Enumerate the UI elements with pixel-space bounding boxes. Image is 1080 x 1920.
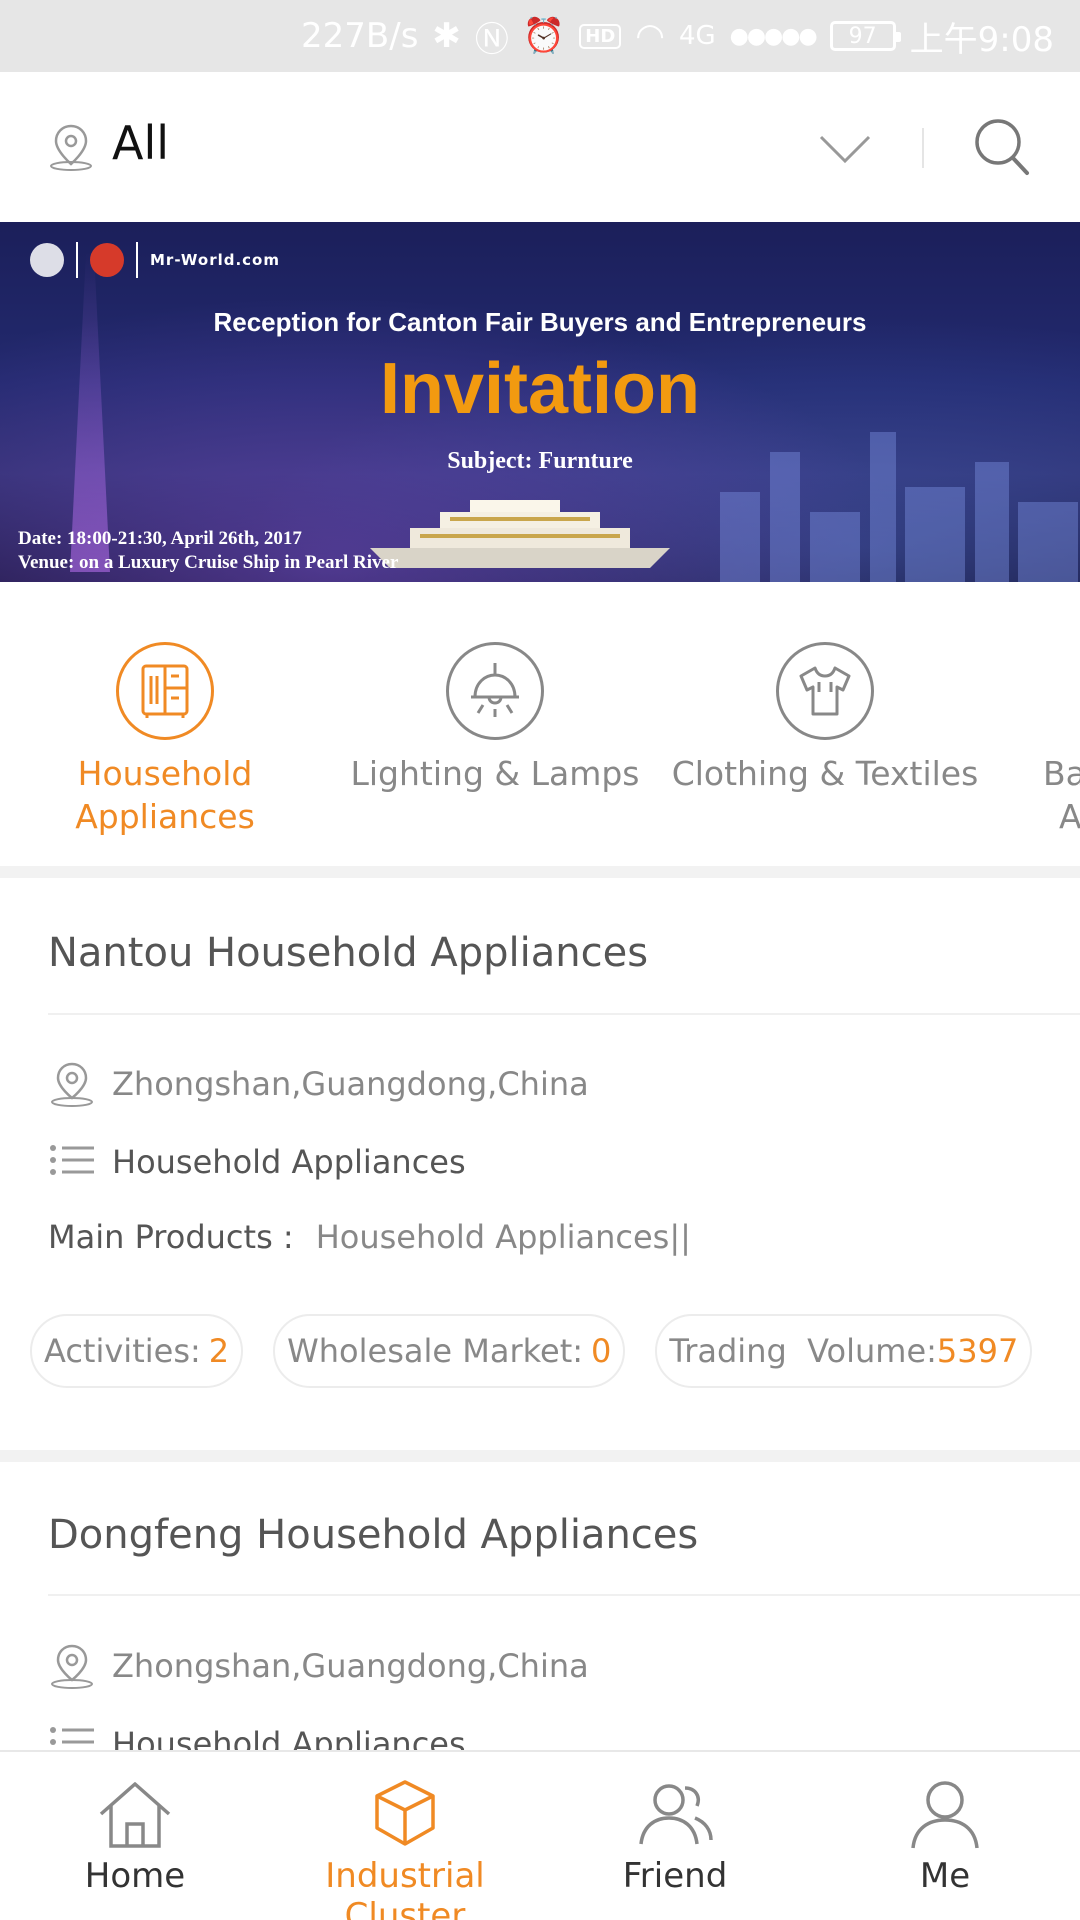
main-products: Main Products : Household Appliances|| — [48, 1218, 691, 1256]
section-divider — [0, 1450, 1080, 1462]
location-selector[interactable]: All — [112, 116, 169, 170]
activities-label: Activities: — [44, 1332, 201, 1370]
cluster-category: Household Appliances — [48, 1720, 466, 1750]
category-label-line2: A — [1059, 797, 1080, 836]
signal-icon: ●●●●● — [729, 23, 818, 49]
location-text: Zhongshan,Guangdong,China — [112, 1647, 589, 1685]
alarm-icon: ⏰ — [522, 16, 566, 56]
location-pin-icon[interactable] — [48, 122, 94, 172]
header-divider — [922, 128, 924, 168]
nav-label: Industrial Cluster — [325, 1856, 485, 1920]
category-icon-circle — [446, 642, 544, 740]
bluetooth-icon: ✱ — [432, 16, 461, 56]
banner-headline: Reception for Canton Fair Buyers and Ent… — [213, 307, 867, 337]
skyline-graphic — [700, 412, 1080, 582]
net-speed: 227B/s — [301, 16, 419, 56]
home-icon — [99, 1782, 171, 1848]
trading-volume-label: Trading Volume: — [669, 1332, 937, 1370]
category-text: Household Appliances — [112, 1725, 466, 1750]
canton-fair-logo — [30, 243, 64, 277]
location-text: Zhongshan,Guangdong,China — [112, 1065, 589, 1103]
nav-home[interactable]: Home — [0, 1776, 270, 1896]
wifi-icon: ◠ — [635, 16, 665, 56]
friends-icon — [639, 1784, 713, 1845]
card-divider — [48, 1013, 1080, 1015]
cluster-location: Zhongshan,Guangdong,China — [48, 1642, 589, 1690]
logo-divider — [76, 242, 78, 278]
cluster-name[interactable]: Nantou Household Appliances — [48, 930, 648, 976]
category-label: Clothing & Textiles — [671, 754, 979, 793]
category-label: Household — [77, 754, 253, 793]
category-partial[interactable]: Ba A — [995, 642, 1080, 838]
chevron-down-icon[interactable] — [818, 132, 872, 166]
cluster-card[interactable]: Nantou Household Appliances Zhongshan,Gu… — [0, 878, 1080, 1450]
category-lighting-lamps[interactable]: Lighting & Lamps — [335, 642, 655, 795]
refrigerator-icon — [141, 664, 189, 718]
activities-pill[interactable]: Activities: 2 — [30, 1314, 244, 1388]
promo-banner[interactable]: Mr-World.com Reception for Canton Fair B… — [0, 222, 1080, 582]
hd-badge: HD — [579, 23, 622, 49]
clock: 上午9:08 — [909, 19, 1054, 60]
card-divider — [48, 1594, 1080, 1596]
logo-divider — [136, 242, 138, 278]
banner-logos: Mr-World.com — [30, 242, 280, 278]
nav-label: Me — [919, 1856, 971, 1896]
nav-label: Home — [84, 1856, 186, 1896]
lamp-icon — [471, 663, 519, 717]
list-icon — [50, 1727, 94, 1745]
wholesale-market-label: Wholesale Market: — [287, 1332, 584, 1370]
user-icon — [911, 1781, 979, 1849]
banner-subject: Subject: Furnture — [447, 448, 633, 474]
cluster-card[interactable]: Dongfeng Household Appliances Zhongshan,… — [0, 1462, 1080, 1750]
nav-friend[interactable]: Friend — [540, 1776, 810, 1896]
cluster-category: Household Appliances — [48, 1138, 466, 1186]
main-products-label: Main Products : — [48, 1218, 294, 1256]
category-scroller[interactable]: Household Appliances Lighting & Lamps Cl… — [0, 582, 1080, 866]
mr-world-logo: Mr-World.com — [150, 251, 280, 269]
category-text: Household Appliances — [112, 1143, 466, 1181]
wholesale-market-pill[interactable]: Wholesale Market: 0 — [273, 1314, 626, 1388]
status-bar: 227B/s ✱ Ⓝ ⏰ HD ◠ 4G ●●●●● 97 上午9:08 — [0, 0, 1080, 72]
cube-icon — [375, 1780, 435, 1846]
category-household-appliances[interactable]: Household Appliances — [5, 642, 325, 838]
category-label-line2: Appliances — [75, 797, 255, 836]
trading-volume-pill[interactable]: Trading Volume: 5397 — [655, 1314, 1033, 1388]
section-divider — [0, 866, 1080, 878]
cluster-name[interactable]: Dongfeng Household Appliances — [48, 1512, 698, 1558]
bottom-nav: Home Industrial Cluster Friend Me — [0, 1750, 1080, 1920]
battery-icon: 97 — [829, 21, 901, 51]
cluster-stats: Activities: 2 Wholesale Market: 0 Tradin… — [30, 1314, 1033, 1388]
nav-me[interactable]: Me — [810, 1776, 1080, 1896]
shirt-icon — [799, 666, 851, 716]
cluster-location: Zhongshan,Guangdong,China — [48, 1060, 589, 1108]
trading-volume-count: 5397 — [936, 1332, 1019, 1370]
cruise-ship-graphic — [370, 500, 670, 568]
category-label: Ba — [1043, 754, 1080, 793]
banner-title: Invitation — [380, 349, 700, 429]
list-icon — [50, 1145, 94, 1175]
nav-label: Friend — [622, 1856, 728, 1896]
battery-level: 97 — [848, 23, 877, 49]
wholesale-market-count: 0 — [591, 1332, 612, 1370]
main-products-value: Household Appliances|| — [315, 1218, 691, 1256]
nav-industrial-cluster[interactable]: Industrial Cluster — [270, 1776, 540, 1920]
banner-venue: Venue: on a Luxury Cruise Ship in Pearl … — [18, 552, 399, 573]
network-type: 4G — [678, 21, 716, 51]
location-pin-icon — [51, 1062, 93, 1107]
category-label: Lighting & Lamps — [350, 754, 640, 793]
search-icon[interactable] — [972, 116, 1032, 178]
category-icon-circle — [776, 642, 874, 740]
header: All — [0, 72, 1080, 222]
nfc-icon: Ⓝ — [474, 19, 509, 60]
location-pin-icon — [51, 1644, 93, 1689]
activities-count: 2 — [208, 1332, 230, 1370]
banner-date: Date: 18:00-21:30, April 26th, 2017 — [18, 528, 302, 549]
category-clothing-textiles[interactable]: Clothing & Textiles — [665, 642, 985, 795]
trading-group-logo — [90, 243, 124, 277]
category-icon-circle — [116, 642, 214, 740]
